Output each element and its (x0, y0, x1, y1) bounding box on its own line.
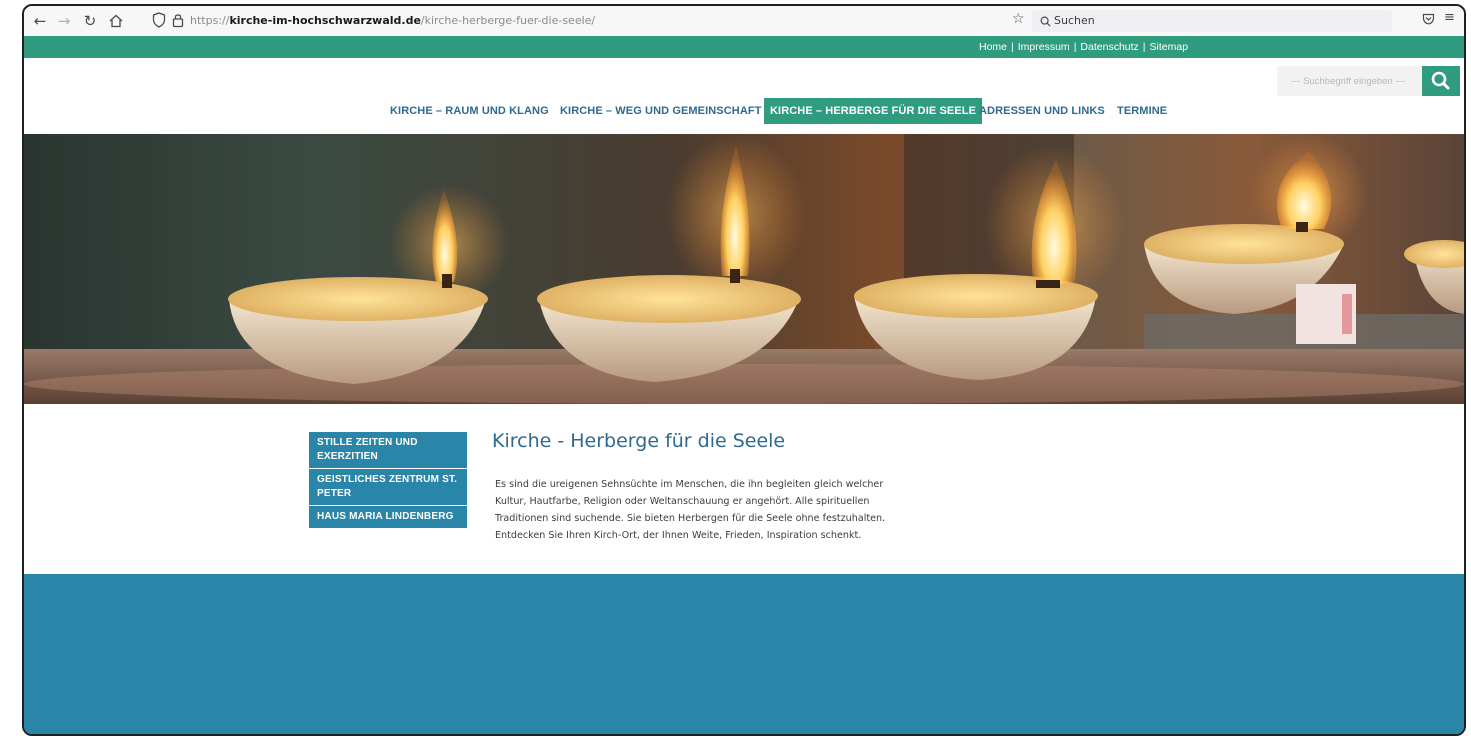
site-header: KIRCHE – RAUM UND KLANG KIRCHE – WEG UND… (24, 58, 1464, 134)
hero-image (24, 134, 1464, 404)
forward-icon[interactable]: → (54, 11, 74, 31)
screenshot-frame: ← → ↻ https://kirche-im-hochschwarzwald.… (0, 0, 1471, 736)
separator: | (1073, 41, 1077, 53)
back-icon[interactable]: ← (30, 11, 50, 31)
oil-lamps-image (24, 134, 1464, 404)
browser-window: ← → ↻ https://kirche-im-hochschwarzwald.… (22, 4, 1466, 736)
sidebar-item-haus-maria-lindenberg[interactable]: HAUS MARIA LINDENBERG (309, 506, 467, 528)
url-path: /kirche-herberge-fuer-die-seele/ (420, 14, 596, 27)
nav-item-weg-und-gemeinschaft[interactable]: KIRCHE – WEG UND GEMEINSCHAFT (560, 98, 762, 124)
site-footer (24, 574, 1464, 734)
bookmark-star-icon[interactable]: ☆ (1012, 11, 1025, 27)
separator: | (1011, 41, 1014, 53)
browser-search-placeholder: Suchen (1054, 14, 1095, 27)
search-icon (1040, 12, 1051, 30)
reload-icon[interactable]: ↻ (80, 11, 100, 31)
site-search-input[interactable] (1277, 66, 1431, 96)
url-domain: kirche-im-hochschwarzwald.de (229, 14, 421, 27)
top-utility-bar: Home | Impressum | Datenschutz | Sitemap (24, 36, 1464, 58)
main-content: STILLE ZEITEN UND EXERZITIEN GEISTLICHES… (24, 404, 1464, 574)
url-text: https://kirche-im-hochschwarzwald.de/kir… (190, 10, 595, 32)
sidebar-item-geistliches-zentrum[interactable]: GEISTLICHES ZENTRUM ST. PETER (309, 469, 467, 505)
intro-paragraph: Es sind die ureigenen Sehnsüchte im Mens… (495, 476, 935, 544)
home-icon[interactable] (106, 11, 126, 31)
page-title: Kirche - Herberge für die Seele (492, 430, 786, 452)
main-navigation: KIRCHE – RAUM UND KLANG KIRCHE – WEG UND… (24, 98, 1464, 124)
site-search-box (1277, 66, 1431, 96)
link-impressum[interactable]: Impressum (1018, 41, 1070, 53)
link-home[interactable]: Home (979, 41, 1007, 53)
utility-links: Home | Impressum | Datenschutz | Sitemap (979, 36, 1188, 58)
paragraph-line: Kultur, Hautfarbe, Religion oder Weltans… (495, 496, 870, 507)
menu-icon[interactable]: ≡ (1444, 10, 1455, 25)
nav-item-termine[interactable]: TERMINE (1117, 98, 1167, 124)
paragraph-line: Es sind die ureigenen Sehnsüchte im Mens… (495, 479, 884, 490)
link-sitemap[interactable]: Sitemap (1150, 41, 1189, 53)
site-search-button[interactable] (1422, 66, 1460, 96)
nav-item-adressen-und-links[interactable]: ADRESSEN UND LINKS (979, 98, 1105, 124)
paragraph-line: Traditionen sind suchende. Sie bieten He… (495, 513, 886, 524)
separator: | (1142, 41, 1146, 53)
url-prefix: https:// (190, 14, 230, 27)
sidebar-item-stille-zeiten[interactable]: STILLE ZEITEN UND EXERZITIEN (309, 432, 467, 468)
link-datenschutz[interactable]: Datenschutz (1080, 41, 1138, 53)
nav-item-raum-und-klang[interactable]: KIRCHE – RAUM UND KLANG (390, 98, 549, 124)
pocket-icon[interactable] (1422, 10, 1435, 28)
browser-search-field[interactable]: Suchen (1032, 10, 1392, 32)
shield-icon[interactable] (152, 12, 170, 30)
browser-toolbar: ← → ↻ https://kirche-im-hochschwarzwald.… (24, 6, 1464, 37)
paragraph-line: Entdecken Sie Ihren Kirch-Ort, der Ihnen… (495, 530, 862, 541)
sidebar-menu: STILLE ZEITEN UND EXERZITIEN GEISTLICHES… (309, 432, 467, 529)
search-icon (1431, 71, 1450, 90)
lock-icon[interactable] (172, 12, 186, 30)
nav-item-herberge-fuer-die-seele[interactable]: KIRCHE – HERBERGE FÜR DIE SEELE (764, 98, 983, 124)
